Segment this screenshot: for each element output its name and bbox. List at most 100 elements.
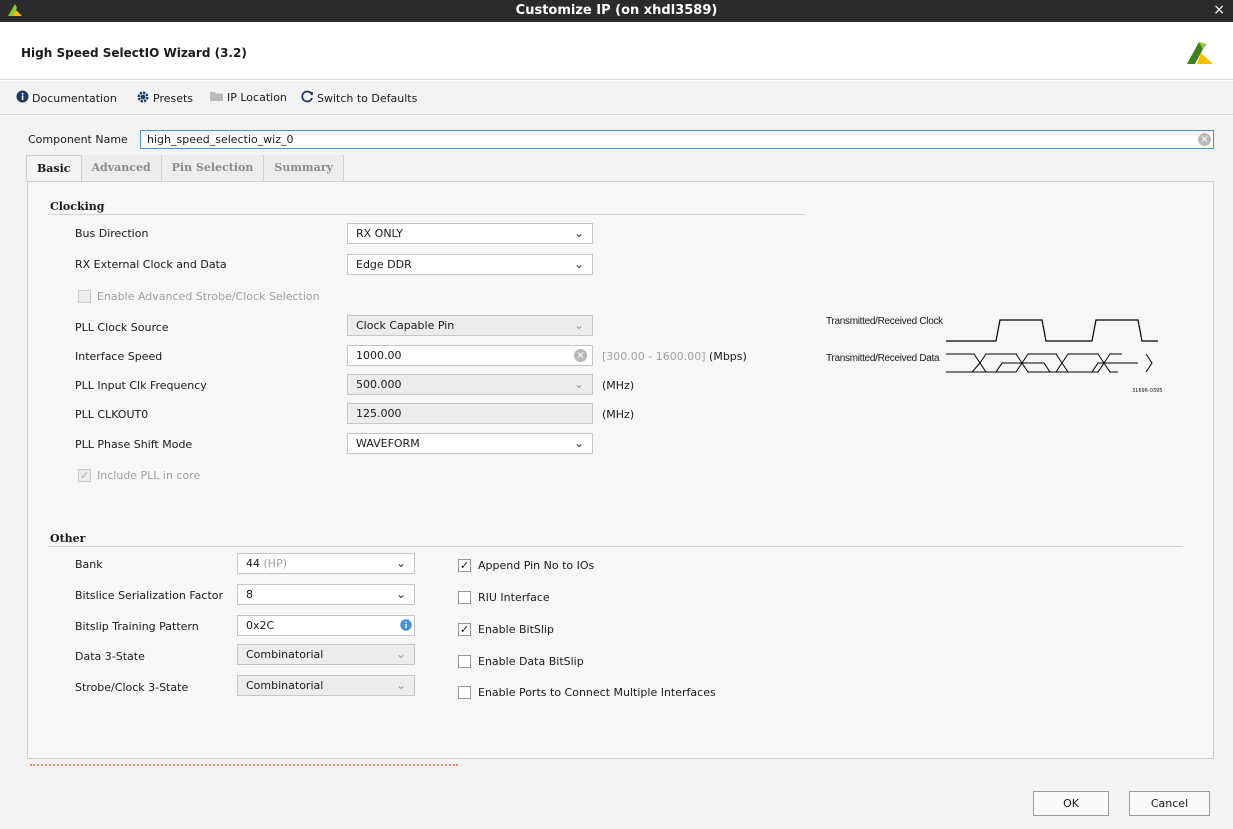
chevron-down-icon: ⌄ (395, 587, 406, 601)
enable-ports-multi-checkbox[interactable] (458, 686, 471, 699)
chevron-down-icon: ⌄ (573, 318, 584, 332)
info-icon (16, 90, 29, 106)
presets-label: Presets (153, 92, 194, 105)
tab-summary[interactable]: Summary (264, 155, 344, 181)
cancel-button[interactable]: Cancel (1129, 791, 1210, 816)
advanced-strobe-label: Enable Advanced Strobe/Clock Selection (97, 290, 320, 303)
other-divider (48, 546, 1183, 547)
figure-id: 31696-0395 (1132, 388, 1163, 394)
pll-clkout0-field: 125.000 (347, 403, 593, 424)
bitslice-factor-label: Bitslice Serialization Factor (75, 589, 224, 602)
advanced-strobe-checkbox[interactable] (78, 290, 91, 303)
chevron-down-icon: ⌄ (573, 257, 584, 271)
clear-icon[interactable]: × (1198, 133, 1211, 146)
clocking-section-title: Clocking (50, 200, 105, 213)
bitslice-factor-select[interactable]: 8 ⌄ (237, 584, 415, 605)
chevron-down-icon: ⌄ (573, 226, 584, 240)
strobe-3state-label: Strobe/Clock 3-State (75, 681, 189, 694)
pll-clock-source-label: PLL Clock Source (75, 321, 169, 334)
pll-phase-shift-label: PLL Phase Shift Mode (75, 438, 193, 451)
enable-data-bitslip-checkbox[interactable] (458, 655, 471, 668)
documentation-button[interactable]: Documentation (16, 90, 117, 106)
bitslip-pattern-label: Bitslip Training Pattern (75, 620, 199, 633)
enable-bitslip-checkbox[interactable]: ✓ (458, 623, 471, 636)
strobe-3state-select[interactable]: Combinatorial ⌄ (237, 675, 415, 696)
data-waveform-label: Transmitted/Received Data (826, 353, 940, 364)
chevron-down-icon: ⌄ (573, 436, 584, 450)
interface-speed-range: [300.00 - 1600.00] (Mbps) (602, 350, 747, 363)
chevron-down-icon: ⌄ (573, 377, 584, 391)
pll-clock-source-select[interactable]: Clock Capable Pin ⌄ (347, 315, 593, 336)
append-pin-checkbox[interactable]: ✓ (458, 559, 471, 572)
interface-speed-label: Interface Speed (75, 350, 163, 363)
bank-value: 44 (246, 557, 260, 570)
clear-icon[interactable]: × (574, 349, 587, 362)
clock-data-waveform (946, 319, 1158, 373)
info-icon[interactable] (400, 619, 412, 634)
component-name-input[interactable] (140, 130, 1214, 149)
bank-select[interactable]: 44 (HP) ⌄ (237, 553, 415, 574)
wizard-title: High Speed SelectIO Wizard (3.2) (21, 46, 247, 60)
tab-basic[interactable]: Basic (26, 155, 82, 181)
interface-speed-range-value: [300.00 - 1600.00] (602, 350, 706, 363)
enable-ports-multi-label: Enable Ports to Connect Multiple Interfa… (478, 686, 716, 699)
switch-defaults-button[interactable]: Switch to Defaults (301, 90, 417, 106)
refresh-icon (301, 90, 314, 106)
enable-data-bitslip-label: Enable Data BitSlip (478, 655, 584, 668)
pll-clkout0-unit: (MHz) (602, 408, 635, 421)
pll-input-frequency-label: PLL Input Clk Frequency (75, 379, 207, 392)
window-titlebar: Customize IP (on xhdl3589) × (0, 0, 1233, 22)
enable-bitslip-label: Enable BitSlip (478, 623, 554, 636)
pll-phase-shift-value: WAVEFORM (356, 437, 420, 450)
xilinx-logo-icon (1185, 40, 1215, 69)
window-title: Customize IP (on xhdl3589) (515, 3, 718, 18)
interface-speed-input[interactable]: 1000.00 (347, 345, 593, 366)
include-pll-checkbox[interactable]: ✓ (78, 469, 91, 482)
documentation-label: Documentation (32, 91, 117, 105)
close-icon[interactable]: × (1213, 2, 1225, 18)
bitslice-factor-value: 8 (246, 588, 253, 601)
rx-external-clock-label: RX External Clock and Data (75, 258, 227, 271)
chevron-down-icon: ⌄ (395, 678, 406, 692)
rx-external-clock-value: Edge DDR (356, 258, 412, 271)
bus-direction-select[interactable]: RX ONLY ⌄ (347, 223, 593, 244)
chevron-down-icon: ⌄ (395, 647, 406, 661)
tab-pin-selection[interactable]: Pin Selection (161, 155, 265, 181)
toolbar: Documentation Presets IP Location Switch… (0, 81, 1233, 115)
tab-advanced[interactable]: Advanced (81, 155, 162, 181)
folder-icon (209, 90, 224, 105)
bank-suffix: (HP) (263, 557, 288, 570)
ok-button[interactable]: OK (1033, 791, 1109, 816)
clock-waveform-label: Transmitted/Received Clock (826, 316, 943, 327)
data-3state-label: Data 3-State (75, 650, 145, 663)
tab-bar: Basic Advanced Pin Selection Summary (26, 155, 344, 181)
pll-phase-shift-select[interactable]: WAVEFORM ⌄ (347, 433, 593, 454)
rx-external-clock-select[interactable]: Edge DDR ⌄ (347, 254, 593, 275)
clocking-divider (48, 214, 805, 215)
bitslip-pattern-value: 0x2C (246, 619, 275, 632)
bus-direction-label: Bus Direction (75, 227, 149, 240)
bank-label: Bank (75, 558, 103, 571)
pll-input-frequency-unit: (MHz) (602, 379, 635, 392)
strobe-3state-value: Combinatorial (246, 679, 324, 692)
riu-interface-label: RIU Interface (478, 591, 550, 604)
bitslip-pattern-input[interactable]: 0x2C (237, 615, 415, 636)
switch-defaults-label: Switch to Defaults (317, 91, 418, 105)
pll-clock-source-value: Clock Capable Pin (356, 319, 455, 332)
pll-input-frequency-value: 500.000 (356, 378, 402, 391)
include-pll-label: Include PLL in core (97, 469, 201, 482)
component-name-label: Component Name (28, 133, 128, 146)
ip-location-label: IP Location (227, 91, 287, 104)
riu-interface-checkbox[interactable] (458, 591, 471, 604)
wizard-header: High Speed SelectIO Wizard (3.2) (0, 22, 1233, 80)
ip-location-button[interactable]: IP Location (209, 90, 287, 105)
interface-speed-unit: (Mbps) (709, 350, 747, 363)
gear-icon (136, 90, 150, 107)
error-message-area (30, 764, 458, 768)
presets-button[interactable]: Presets (136, 90, 193, 107)
chevron-down-icon: ⌄ (395, 556, 406, 570)
other-section-title: Other (50, 532, 86, 545)
data-3state-select[interactable]: Combinatorial ⌄ (237, 644, 415, 665)
pll-input-frequency-select[interactable]: 500.000 ⌄ (347, 374, 593, 395)
pll-clkout0-label: PLL CLKOUT0 (75, 408, 149, 421)
